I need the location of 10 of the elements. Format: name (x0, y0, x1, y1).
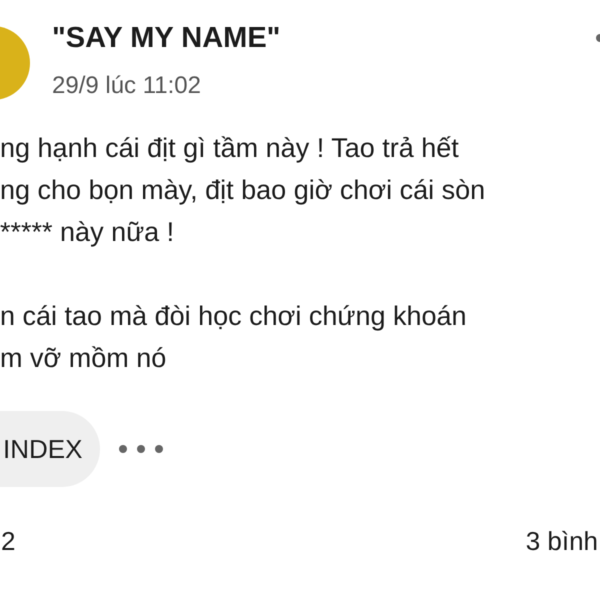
post-text-line: n cái tao mà đòi học chơi chứng khoán (0, 300, 468, 333)
post-text-line: m vỡ mồm nó (0, 342, 168, 375)
post-text-line: ng cho bọn mày, địt bao giờ chơi cái sòn (0, 174, 486, 207)
reaction-count[interactable]: 2 (1, 525, 16, 557)
tag-chip[interactable]: INDEX (0, 411, 100, 487)
post-text-line: ***** này nữa ! (0, 216, 176, 249)
post-text-line: ng hạnh cái địt gì tầm này ! Tao trả hết (0, 132, 460, 165)
author-name[interactable]: "SAY MY NAME" (52, 20, 280, 56)
post-time: 29/9 lúc 11:02 (52, 71, 202, 101)
comment-count[interactable]: 3 bình (526, 525, 598, 557)
